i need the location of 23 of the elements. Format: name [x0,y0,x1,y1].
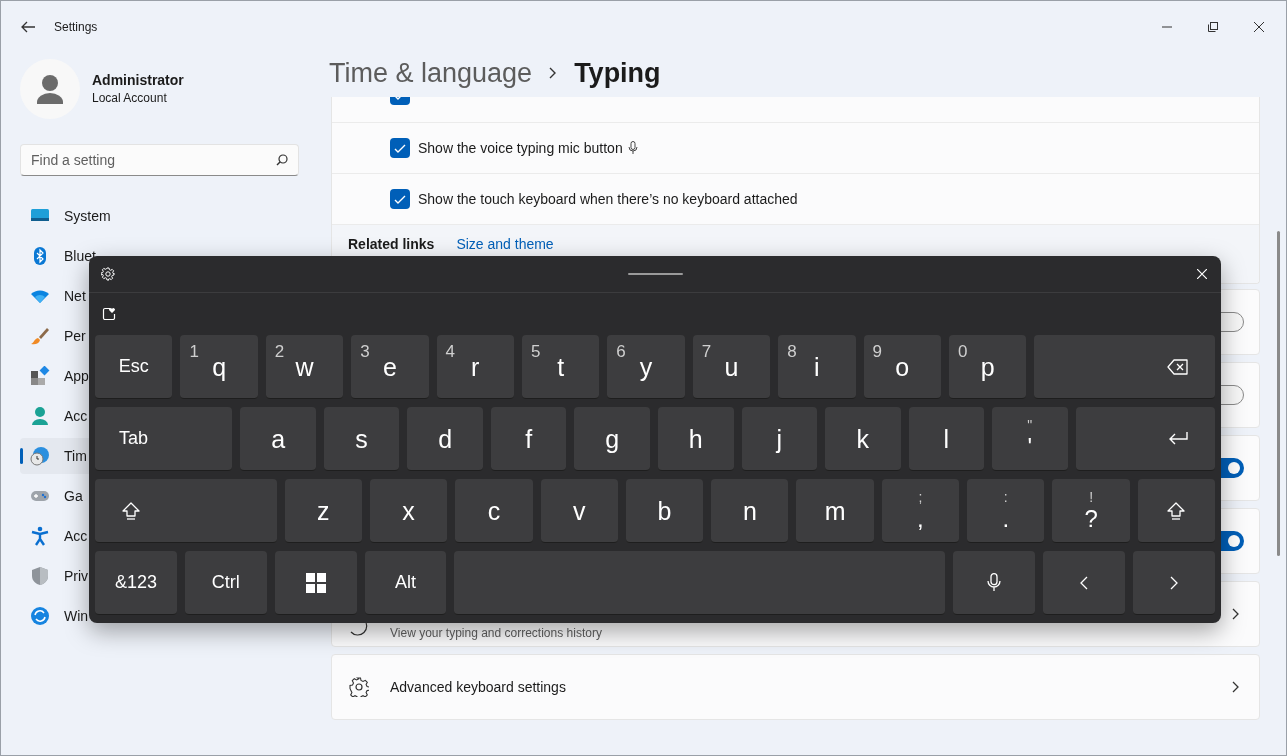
card-description: View your typing and corrections history [390,625,602,642]
key-number: 4 [445,341,456,363]
key-number: 2 [274,341,285,363]
key-symbol: ! [1089,488,1093,505]
key-number: 3 [360,341,370,363]
key-number: 1 [189,341,199,363]
checkbox-label: Show the voice typing mic button [418,138,623,158]
related-links-label: Related links [348,235,435,254]
key-symbol: ; [918,488,923,505]
window-title: Settings [54,19,98,36]
key-number: 8 [787,341,797,363]
account-name: Administrator [92,71,184,89]
key-number: 0 [957,341,968,363]
key-number: 6 [616,341,626,363]
checkbox-label: Show the touch keyboard when there’s no keyboard attached [418,189,798,209]
key-symbol: " [1027,416,1033,433]
key-number: 5 [530,341,541,363]
card-title: Advanced keyboard settings [390,677,566,697]
account-type: Local Account [92,90,168,107]
page-title: Typing [574,56,661,90]
key-number: 9 [872,341,882,363]
key-number: 7 [701,341,712,363]
key-symbol: : [1003,488,1008,505]
